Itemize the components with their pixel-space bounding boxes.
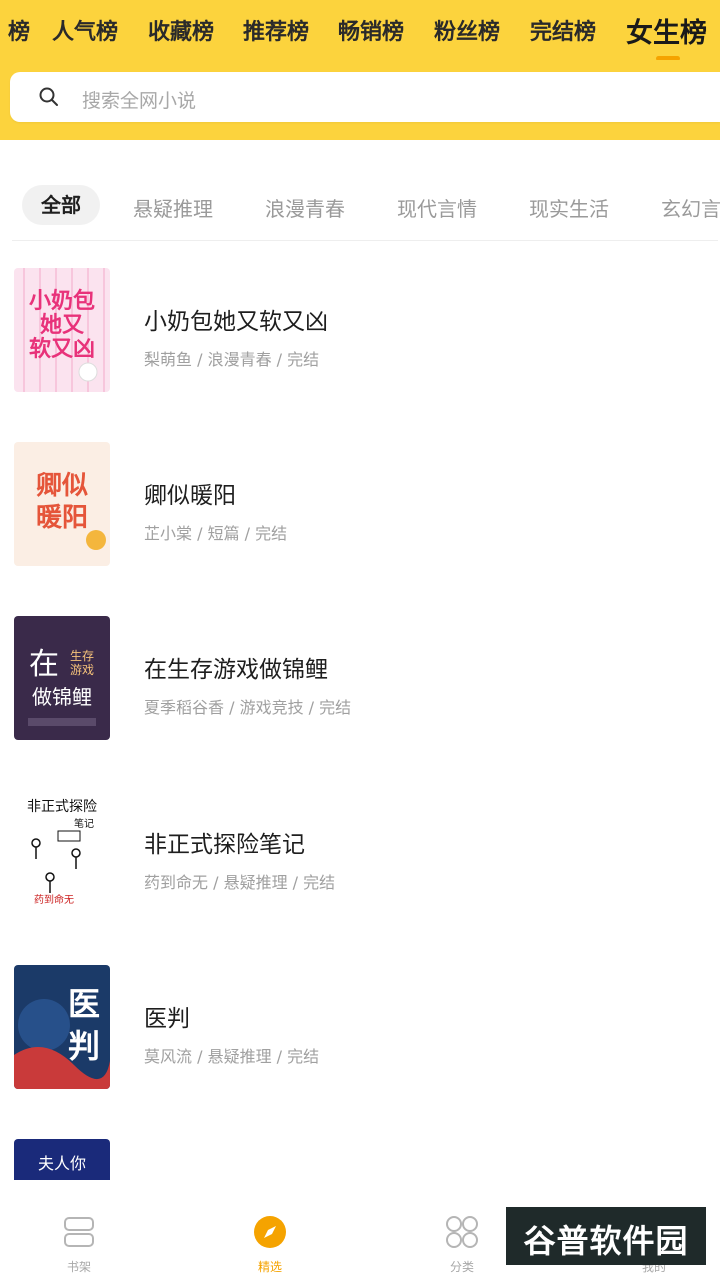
svg-text:做锦鲤: 做锦鲤	[32, 685, 92, 709]
genre-tab-all[interactable]: 全部	[22, 185, 100, 225]
book-cover[interactable]: 在 生存 游戏 做锦鲤	[14, 616, 110, 740]
svg-text:药到命无: 药到命无	[34, 893, 74, 906]
search-icon	[39, 87, 58, 106]
bookshelf-icon	[64, 1217, 94, 1247]
svg-text:游戏: 游戏	[70, 663, 94, 677]
genre-tab-romance-youth[interactable]: 浪漫青春	[265, 193, 345, 222]
compass-icon	[254, 1216, 286, 1248]
book-title: 在生存游戏做锦鲤	[144, 657, 328, 683]
book-meta: 莫风流 / 悬疑推理 / 完结	[144, 1047, 320, 1066]
list-item[interactable]: 医 判 医判 莫风流 / 悬疑推理 / 完结	[0, 965, 720, 1095]
book-cover[interactable]: 医 判	[14, 965, 110, 1089]
list-item[interactable]: 卿似 暖阳 卿似暖阳 芷小棠 / 短篇 / 完结	[0, 442, 720, 572]
genre-tab-fantasy-romance[interactable]: 玄幻言	[661, 193, 720, 222]
rank-tab-bar: 榜 人气榜 收藏榜 推荐榜 畅销榜 粉丝榜 完结榜 女生榜	[0, 0, 720, 60]
nav-item-selected[interactable]: 精选	[210, 1190, 330, 1280]
rank-tab-completed[interactable]: 完结榜	[530, 14, 596, 46]
rank-tab-favorites[interactable]: 收藏榜	[148, 14, 214, 46]
list-item[interactable]: 非正式探险 笔记 药到命无 非正式探险笔记 药到命无 / 悬疑推理 / 完结	[0, 791, 720, 921]
svg-text:暖阳: 暖阳	[36, 503, 88, 533]
svg-text:判: 判	[68, 1027, 100, 1065]
search-input[interactable]: 搜索全网小说	[10, 72, 720, 122]
list-item[interactable]: 在 生存 游戏 做锦鲤 在生存游戏做锦鲤 夏季稻谷香 / 游戏竞技 / 完结	[0, 616, 720, 746]
svg-text:卿似: 卿似	[36, 471, 88, 501]
divider	[12, 240, 718, 241]
grid-icon	[446, 1216, 478, 1248]
nav-item-bookshelf[interactable]: 书架	[19, 1190, 139, 1280]
active-tab-indicator	[656, 56, 680, 60]
book-meta: 梨萌鱼 / 浪漫青春 / 完结	[144, 350, 320, 369]
svg-text:生存: 生存	[70, 649, 94, 663]
rank-tab-partial[interactable]: 榜	[8, 14, 30, 46]
book-meta: 药到命无 / 悬疑推理 / 完结	[144, 873, 336, 892]
svg-text:医: 医	[68, 985, 100, 1023]
rank-tab-fans[interactable]: 粉丝榜	[434, 14, 500, 46]
book-title: 非正式探险笔记	[144, 832, 305, 858]
list-item[interactable]: 小奶包 她又 软又凶 小奶包她又软又凶 梨萌鱼 / 浪漫青春 / 完结	[0, 268, 720, 398]
genre-tab-bar: 全部 悬疑推理 浪漫青春 现代言情 现实生活 玄幻言	[0, 180, 720, 232]
book-title: 医判	[144, 1006, 190, 1032]
svg-text:她又: 她又	[40, 312, 85, 338]
book-meta: 芷小棠 / 短篇 / 完结	[144, 524, 288, 543]
watermark-text: 谷普软件园	[523, 1222, 689, 1260]
rank-tab-female[interactable]: 女生榜	[626, 11, 707, 50]
genre-tab-modern-romance[interactable]: 现代言情	[397, 193, 477, 222]
svg-text:非正式探险: 非正式探险	[27, 799, 97, 815]
svg-text:小奶包: 小奶包	[29, 288, 95, 314]
book-list: 小奶包 她又 软又凶 小奶包她又软又凶 梨萌鱼 / 浪漫青春 / 完结 卿似 暖…	[0, 262, 720, 1180]
book-title: 卿似暖阳	[144, 483, 236, 509]
rank-tab-bestseller[interactable]: 畅销榜	[338, 14, 404, 46]
nav-item-category[interactable]: 分类	[402, 1190, 522, 1280]
book-cover[interactable]: 小奶包 她又 软又凶	[14, 268, 110, 392]
svg-text:软又凶: 软又凶	[29, 336, 95, 362]
nav-label-bookshelf: 书架	[66, 1260, 91, 1274]
rank-tab-popularity[interactable]: 人气榜	[52, 14, 118, 46]
svg-text:笔记: 笔记	[74, 817, 94, 830]
book-title: 小奶包她又软又凶	[144, 309, 328, 335]
rank-tab-recommended[interactable]: 推荐榜	[243, 14, 309, 46]
genre-tab-mystery[interactable]: 悬疑推理	[133, 193, 213, 222]
genre-tab-real-life[interactable]: 现实生活	[529, 193, 609, 222]
book-cover[interactable]: 卿似 暖阳	[14, 442, 110, 566]
book-cover[interactable]: 非正式探险 笔记 药到命无	[14, 791, 110, 915]
nav-label-selected: 精选	[257, 1260, 282, 1274]
nav-label-category: 分类	[449, 1260, 474, 1274]
svg-text:夫人你: 夫人你	[38, 1154, 86, 1173]
list-item[interactable]: 夫人你	[0, 1139, 720, 1180]
search-placeholder: 搜索全网小说	[82, 90, 197, 112]
top-header: 榜 人气榜 收藏榜 推荐榜 畅销榜 粉丝榜 完结榜 女生榜 搜索全网小说	[0, 0, 720, 140]
book-cover[interactable]: 夫人你	[14, 1139, 110, 1180]
svg-text:在: 在	[29, 647, 59, 682]
watermark-logo: 谷普软件园	[506, 1207, 706, 1265]
book-meta: 夏季稻谷香 / 游戏竞技 / 完结	[144, 698, 352, 717]
